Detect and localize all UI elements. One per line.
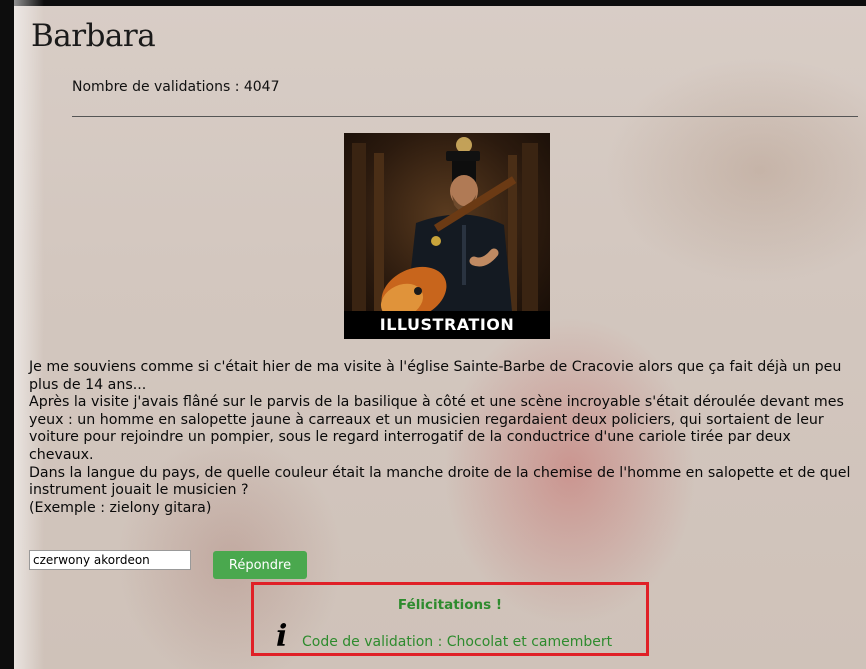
submit-answer-button[interactable]: Répondre [213,551,307,579]
story-paragraph: Après la visite j'avais flâné sur le par… [29,394,844,463]
window-left-border [0,0,14,669]
illustration-image: ILLUSTRATION [344,133,550,339]
example-hint: (Exemple : zielony gitara) [29,499,212,516]
answer-input[interactable] [29,550,191,570]
window-top-border [0,0,866,6]
result-panel: Félicitations ! i Code de validation : C… [251,582,649,656]
guitarist-picture [352,137,538,333]
header-divider [72,116,858,117]
illustration-caption: ILLUSTRATION [344,311,550,339]
info-icon: i [276,619,288,654]
question-paragraph: Dans la langue du pays, de quelle couleu… [29,464,851,499]
validations-count: Nombre de validations : 4047 [72,79,280,95]
puzzle-text: Je me souviens comme si c'était hier de … [29,359,859,517]
validation-code-text: Code de validation : Chocolat et camembe… [302,634,613,650]
congratulations-message: Félicitations ! [397,597,503,613]
story-paragraph: Je me souviens comme si c'était hier de … [29,359,842,393]
page-title: Barbara [31,18,156,54]
